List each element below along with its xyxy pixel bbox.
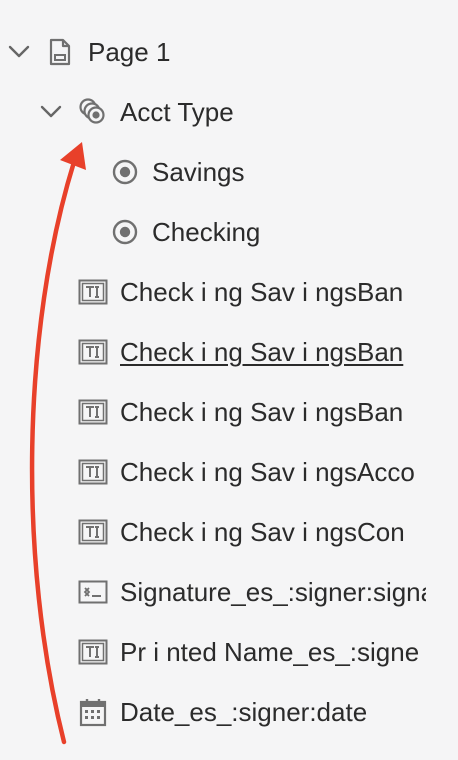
radio-button-icon	[110, 157, 140, 187]
tree-node-label: Date_es_:signer:date	[120, 697, 368, 727]
tree-node-label: Check i ng Sav i ngsBan	[120, 397, 404, 427]
text-field-icon	[78, 397, 108, 427]
text-field-icon	[78, 637, 108, 667]
tree-node-label: Checking	[152, 217, 261, 247]
tree-node-label: Check i ng Sav i ngsAcco	[120, 457, 415, 487]
date-field-icon	[78, 697, 108, 727]
radio-group-icon	[78, 97, 108, 127]
chevron-down-icon[interactable]	[8, 41, 30, 63]
tree-node-label: Savings	[152, 157, 245, 187]
tree-node-field[interactable]: Pr i nted Name_es_:signe	[0, 622, 458, 682]
tree-node-radio-group[interactable]: Acct Type	[0, 82, 458, 142]
tree-node-label: Check i ng Sav i ngsBan	[120, 337, 404, 367]
tree-node-field[interactable]: Date_es_:signer:date	[0, 682, 458, 742]
tree-node-field[interactable]: Check i ng Sav i ngsBan	[0, 262, 458, 322]
text-field-icon	[78, 457, 108, 487]
form-fields-tree: Page 1 Acct Type Savings Checking Check …	[0, 0, 458, 760]
tree-node-label: Pr i nted Name_es_:signe	[120, 637, 420, 667]
tree-node-label: Page 1	[88, 37, 171, 67]
text-field-icon	[78, 337, 108, 367]
tree-node-field[interactable]: Check i ng Sav i ngsBan	[0, 322, 458, 382]
signature-field-icon	[78, 577, 108, 607]
tree-node-radio-savings[interactable]: Savings	[0, 142, 458, 202]
radio-button-icon	[110, 217, 140, 247]
document-icon	[45, 37, 75, 67]
tree-node-label: Check i ng Sav i ngsCon	[120, 517, 405, 547]
tree-node-field[interactable]: Check i ng Sav i ngsBan	[0, 382, 458, 442]
tree-node-field[interactable]: Check i ng Sav i ngsCon	[0, 502, 458, 562]
tree-node-field[interactable]: Check i ng Sav i ngsAcco	[0, 442, 458, 502]
text-field-icon	[78, 277, 108, 307]
tree-node-radio-checking[interactable]: Checking	[0, 202, 458, 262]
tree-node-label: Check i ng Sav i ngsBan	[120, 277, 404, 307]
tree-node-field[interactable]: Signature_es_:signer:signa	[0, 562, 458, 622]
tree-node-page[interactable]: Page 1	[0, 22, 458, 82]
text-field-icon	[78, 517, 108, 547]
tree-node-label: Signature_es_:signer:signa	[120, 577, 426, 607]
chevron-down-icon[interactable]	[40, 101, 62, 123]
tree-node-label: Acct Type	[120, 97, 234, 127]
